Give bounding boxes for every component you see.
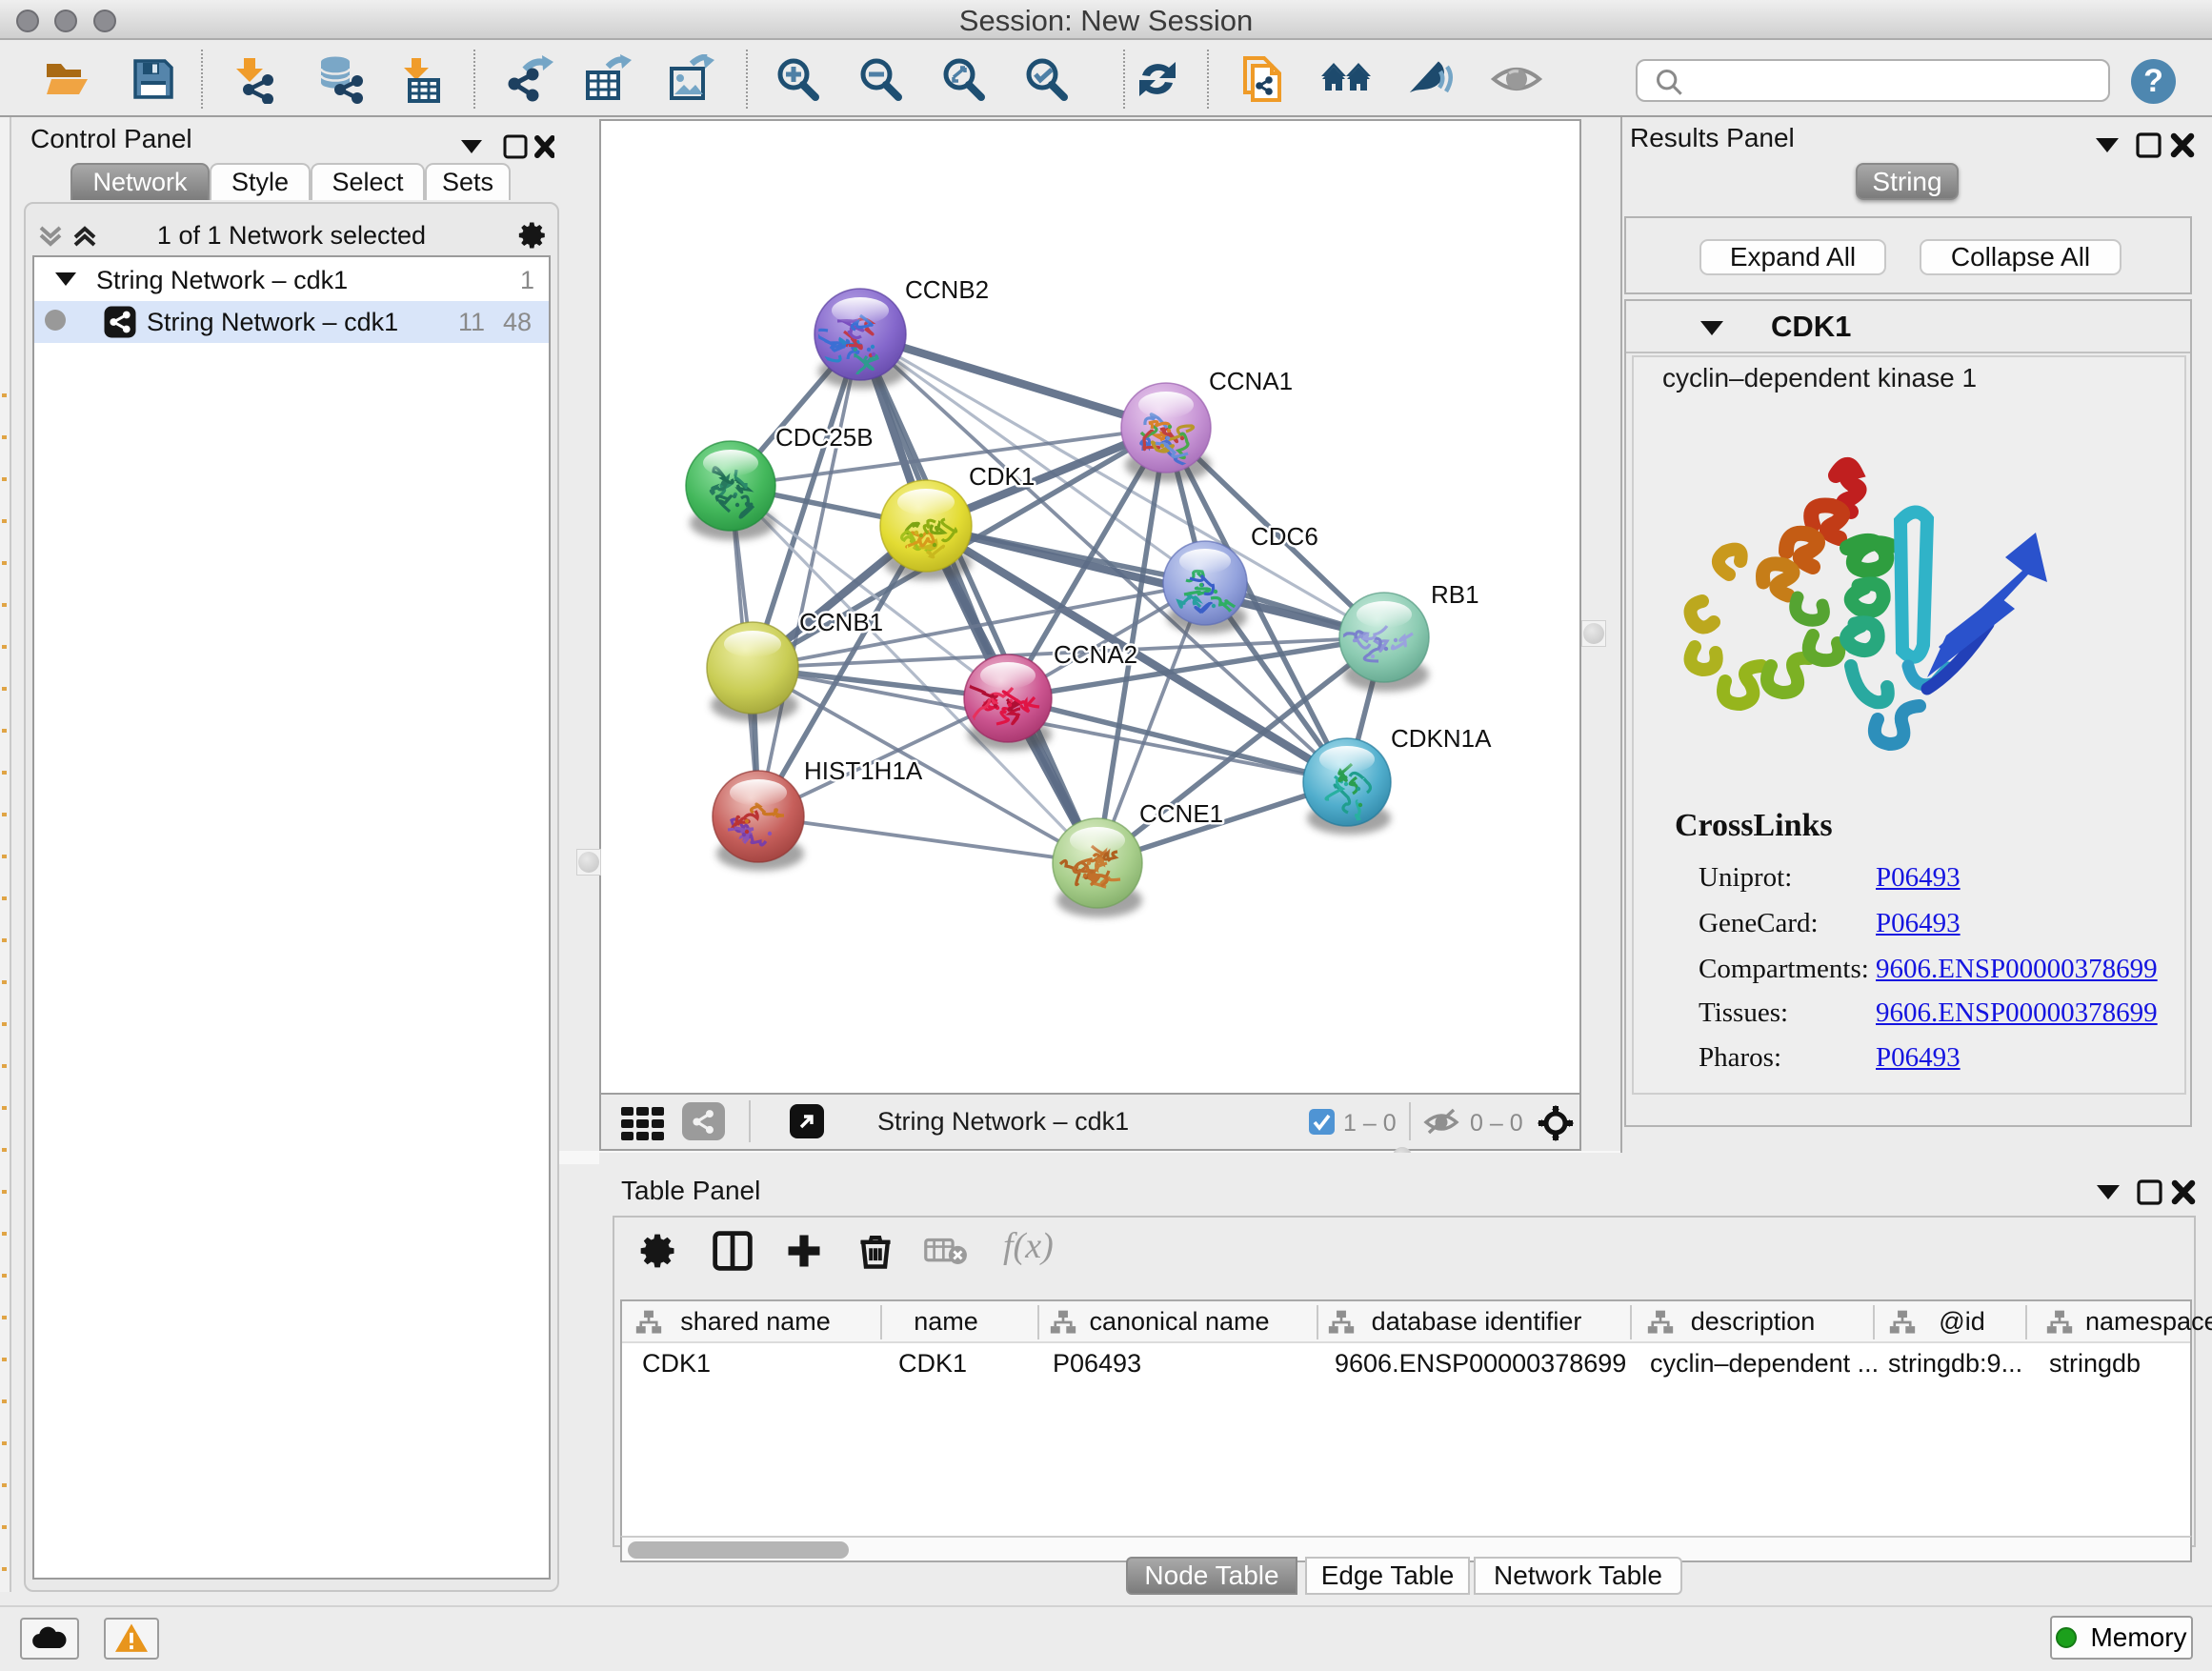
svg-text:CCNA1: CCNA1 <box>1209 367 1293 395</box>
svg-text:CDC6: CDC6 <box>1251 522 1318 551</box>
svg-text:CDK1: CDK1 <box>969 462 1035 491</box>
svg-text:RB1: RB1 <box>1431 580 1479 609</box>
svg-text:CCNB1: CCNB1 <box>799 608 883 636</box>
svg-text:CDKN1A: CDKN1A <box>1391 724 1492 753</box>
svg-text:CDC25B: CDC25B <box>775 423 874 452</box>
svg-text:CCNE1: CCNE1 <box>1139 799 1223 828</box>
svg-text:CCNB2: CCNB2 <box>905 275 989 304</box>
svg-text:CCNA2: CCNA2 <box>1054 640 1137 669</box>
svg-text:HIST1H1A: HIST1H1A <box>804 756 923 785</box>
